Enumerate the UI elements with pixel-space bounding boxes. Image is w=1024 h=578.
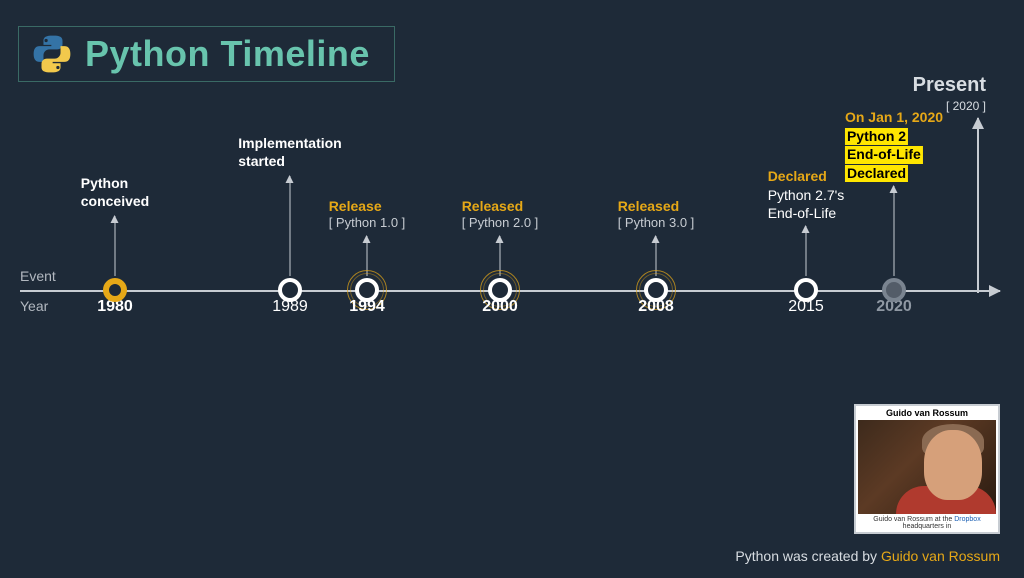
stem-icon: [806, 226, 807, 276]
axis-label-year: Year: [20, 298, 48, 314]
node-marker-icon: [278, 278, 302, 302]
event-label-declared-27: Declared Python 2.7's End-of-Life: [768, 167, 845, 222]
node-marker-icon: [644, 278, 668, 302]
credit-name: Guido van Rossum: [881, 548, 1000, 564]
timeline-node-1994: 1994 Release [ Python 1.0 ]: [355, 278, 379, 302]
title-box: Python Timeline: [18, 26, 395, 82]
timeline-node-2008: 2008 Released [ Python 3.0 ]: [644, 278, 668, 302]
node-marker-icon: [103, 278, 127, 302]
node-marker-icon: [355, 278, 379, 302]
timeline-node-1980: 1980 Python conceived: [103, 278, 127, 302]
timeline-node-2000: 2000 Released [ Python 2.0 ]: [488, 278, 512, 302]
page-title: Python Timeline: [85, 33, 370, 75]
creator-photo: [858, 420, 996, 514]
event-label-implementation: Implementation started: [238, 134, 341, 170]
event-label-release-2: Released [ Python 2.0 ]: [462, 197, 539, 232]
node-marker-icon: [488, 278, 512, 302]
node-marker-icon: [882, 278, 906, 302]
present-text: Present: [913, 74, 986, 97]
photo-caption-name: Guido van Rossum: [858, 408, 996, 418]
stem-icon: [290, 176, 291, 276]
event-label-eol-2020: On Jan 1, 2020 Python 2 End-of-Life Decl…: [845, 108, 943, 182]
event-label-conceived: Python conceived: [81, 174, 149, 210]
node-marker-icon: [794, 278, 818, 302]
event-label-release-1: Release [ Python 1.0 ]: [329, 197, 406, 232]
timeline-node-2015: 2015 Declared Python 2.7's End-of-Life: [794, 278, 818, 302]
timeline-node-1989: 1989 Implementation started: [278, 278, 302, 302]
credit-line: Python was created by Guido van Rossum: [735, 548, 1000, 564]
credit-prefix: Python was created by: [735, 548, 881, 564]
event-label-release-3: Released [ Python 3.0 ]: [618, 197, 695, 232]
creator-photo-card: Guido van Rossum Guido van Rossum at the…: [854, 404, 1000, 534]
stem-icon: [894, 186, 895, 276]
timeline-node-2020: 2020 On Jan 1, 2020 Python 2 End-of-Life…: [882, 278, 906, 302]
photo-sub-caption: Guido van Rossum at the Dropbox headquar…: [858, 516, 996, 530]
present-label: Present [ 2020 ]: [913, 74, 986, 113]
timeline-axis-vertical: [977, 118, 979, 293]
axis-label-event: Event: [20, 268, 56, 284]
python-icon: [31, 33, 73, 75]
stem-icon: [115, 216, 116, 276]
